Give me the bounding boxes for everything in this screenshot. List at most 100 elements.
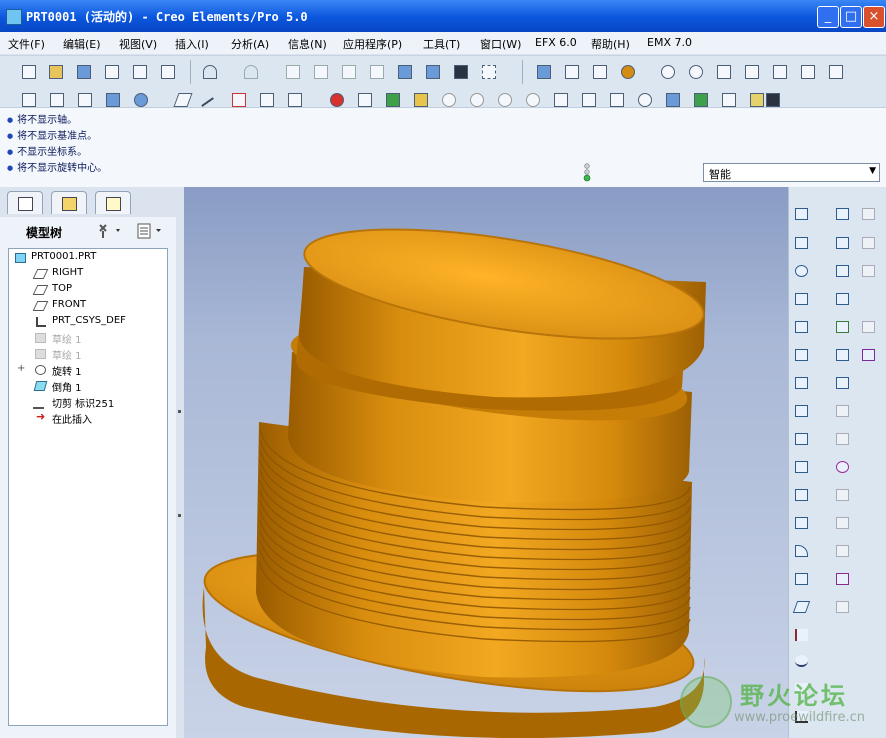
view-manager-icon[interactable] (827, 63, 845, 81)
copy-icon[interactable] (312, 63, 330, 81)
menu-file[interactable]: 文件(F) (8, 36, 45, 52)
annotation-display-icon[interactable] (286, 91, 304, 107)
offset-icon[interactable] (833, 234, 853, 252)
menu-analysis[interactable]: 分析(A) (231, 36, 269, 52)
open-folder-icon[interactable] (47, 63, 65, 81)
refit-icon[interactable] (715, 63, 733, 81)
menu-view[interactable]: 视图(V) (119, 36, 157, 52)
reorient-icon[interactable] (743, 63, 761, 81)
graphics-viewport[interactable] (184, 187, 788, 738)
round-icon[interactable] (792, 542, 812, 560)
spline-icon[interactable] (792, 652, 812, 670)
project-icon[interactable] (833, 486, 853, 504)
spin-center-icon[interactable] (563, 63, 581, 81)
draft-icon[interactable] (792, 598, 812, 616)
wrap-icon[interactable] (833, 514, 853, 532)
extend-icon[interactable] (833, 402, 853, 420)
redo-icon[interactable] (242, 63, 260, 81)
visibility-icon[interactable] (440, 91, 458, 107)
paste-icon[interactable] (340, 63, 358, 81)
model-player-icon[interactable] (384, 91, 402, 107)
panel-splitter[interactable] (176, 187, 184, 738)
distance-icon[interactable] (552, 91, 570, 107)
angle-icon[interactable] (608, 91, 626, 107)
layers-icon[interactable] (799, 63, 817, 81)
draft-check-icon[interactable] (692, 91, 710, 107)
menu-insert[interactable]: 插入(I) (175, 36, 209, 52)
tab-favorites[interactable] (95, 191, 131, 214)
undo-icon[interactable] (201, 63, 219, 81)
menu-emx[interactable]: EMX 7.0 (647, 36, 692, 49)
paste-special-icon[interactable] (368, 63, 386, 81)
rib-icon[interactable] (792, 514, 812, 532)
maximize-button[interactable]: □ (840, 6, 862, 28)
regenerate-icon[interactable] (396, 63, 414, 81)
variable-section-icon[interactable] (833, 598, 853, 616)
fill-icon[interactable] (859, 318, 879, 336)
datum-curve-icon[interactable] (792, 205, 812, 223)
chamfer-tool-icon[interactable] (792, 570, 812, 588)
tree-settings-icon[interactable] (97, 222, 123, 240)
datum-axis-tool-icon[interactable] (792, 262, 812, 280)
saved-views-icon[interactable] (771, 63, 789, 81)
mirror-icon[interactable] (833, 290, 853, 308)
tab-folder-browser[interactable] (51, 191, 87, 214)
no-hidden-icon[interactable] (76, 91, 94, 107)
tab-model-tree[interactable] (7, 191, 43, 214)
wireframe-icon[interactable] (20, 91, 38, 107)
send-mail-icon[interactable] (131, 63, 149, 81)
mail-link-icon[interactable] (159, 63, 177, 81)
datum-display-icon[interactable] (535, 63, 553, 81)
datum-point-tool-icon[interactable] (792, 290, 812, 308)
zoom-in-icon[interactable] (659, 63, 677, 81)
patch-icon[interactable] (833, 205, 853, 223)
menu-info[interactable]: 信息(N) (288, 36, 327, 52)
shading-sphere-icon[interactable] (619, 63, 637, 81)
chevron-down-icon[interactable]: ▼ (869, 166, 876, 176)
sketch-tool-icon[interactable] (792, 318, 812, 336)
context-help-icon[interactable] (764, 91, 782, 107)
datum-plane-tool-icon[interactable] (792, 234, 812, 252)
csys-display-icon[interactable] (258, 91, 276, 107)
menu-window[interactable]: 窗口(W) (480, 36, 521, 52)
cut-icon[interactable] (284, 63, 302, 81)
diameter-icon[interactable] (636, 91, 654, 107)
expand-icon[interactable]: + (17, 363, 25, 374)
selection-filter[interactable]: 智能 ▼ (703, 163, 880, 182)
length-icon[interactable] (580, 91, 598, 107)
zoom-out-icon[interactable] (687, 63, 705, 81)
boundary-blend-icon[interactable] (833, 570, 853, 588)
appearance-icon[interactable] (328, 91, 346, 107)
plane-display-icon[interactable] (173, 91, 193, 107)
find-icon[interactable] (452, 63, 470, 81)
slope-icon[interactable] (720, 91, 738, 107)
intersect-icon[interactable] (833, 542, 853, 560)
curvature-icon[interactable] (664, 91, 682, 107)
enhanced-realism-icon[interactable] (132, 91, 150, 107)
shading-icon[interactable] (104, 91, 122, 107)
visibility-4-icon[interactable] (524, 91, 542, 107)
menu-edit[interactable]: 编辑(E) (63, 36, 101, 52)
trim-icon[interactable] (833, 374, 853, 392)
pattern-icon[interactable] (833, 318, 853, 336)
visibility-2-icon[interactable] (468, 91, 486, 107)
merge-icon[interactable] (833, 346, 853, 364)
shell-icon[interactable] (792, 486, 812, 504)
copy-feature-icon[interactable] (833, 262, 853, 280)
menu-applications[interactable]: 应用程序(P) (343, 36, 402, 52)
menu-efx[interactable]: EFX 6.0 (535, 36, 577, 49)
print-icon[interactable] (103, 63, 121, 81)
thicken-icon[interactable] (833, 430, 853, 448)
edge-icon[interactable] (859, 262, 879, 280)
close-button[interactable]: × (863, 6, 885, 28)
measure-icon[interactable] (412, 91, 430, 107)
visibility-3-icon[interactable] (496, 91, 514, 107)
model-setup-icon[interactable] (356, 91, 374, 107)
style-icon[interactable] (859, 346, 879, 364)
axis-display-icon[interactable] (201, 91, 221, 107)
edge-curve-icon[interactable] (792, 626, 812, 644)
save-icon[interactable] (75, 63, 93, 81)
regen-manager-icon[interactable] (424, 63, 442, 81)
revolve-tool-icon[interactable] (792, 374, 812, 392)
new-file-icon[interactable] (20, 63, 38, 81)
